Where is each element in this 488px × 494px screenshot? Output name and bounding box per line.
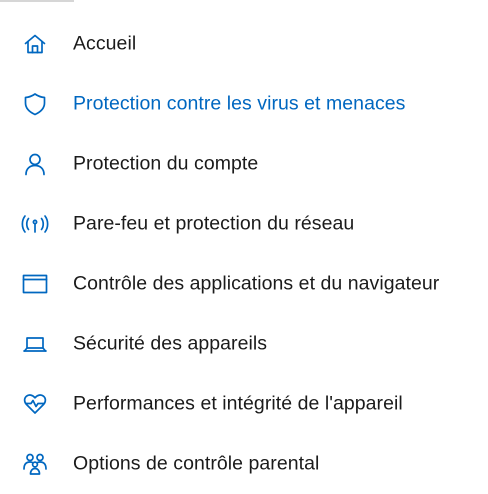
sidebar-item-app-browser-control[interactable]: Contrôle des applications et du navigate… <box>0 254 488 314</box>
sidebar-item-firewall[interactable]: Pare-feu et protection du réseau <box>0 194 488 254</box>
sidebar-nav: Accueil Protection contre les virus et m… <box>0 14 488 494</box>
wireless-antenna-icon <box>21 211 49 237</box>
sidebar-item-label: Options de contrôle parental <box>73 452 320 475</box>
sidebar-item-label: Sécurité des appareils <box>73 332 268 355</box>
sidebar-item-label: Pare-feu et protection du réseau <box>73 212 355 235</box>
sidebar-item-label: Accueil <box>73 32 137 55</box>
sidebar-item-label: Protection du compte <box>73 152 259 175</box>
laptop-icon <box>22 331 48 357</box>
sidebar-item-label: Contrôle des applications et du navigate… <box>73 272 440 295</box>
home-icon <box>22 31 48 57</box>
sidebar-item-parental-controls[interactable]: Options de contrôle parental <box>0 434 488 494</box>
shield-icon <box>22 91 48 117</box>
sidebar-item-label: Protection contre les virus et menaces <box>73 92 406 115</box>
sidebar-item-account-protection[interactable]: Protection du compte <box>0 134 488 194</box>
sidebar-item-device-security[interactable]: Sécurité des appareils <box>0 314 488 374</box>
heart-pulse-icon <box>22 391 48 417</box>
app-window-icon <box>22 271 48 297</box>
sidebar-item-device-performance[interactable]: Performances et intégrité de l'appareil <box>0 374 488 434</box>
family-icon <box>22 451 48 477</box>
sidebar-item-label: Performances et intégrité de l'appareil <box>73 392 403 415</box>
sidebar-item-accueil[interactable]: Accueil <box>0 14 488 74</box>
top-divider <box>0 0 74 2</box>
sidebar-item-virus-protection[interactable]: Protection contre les virus et menaces <box>0 74 488 134</box>
person-icon <box>22 151 48 177</box>
